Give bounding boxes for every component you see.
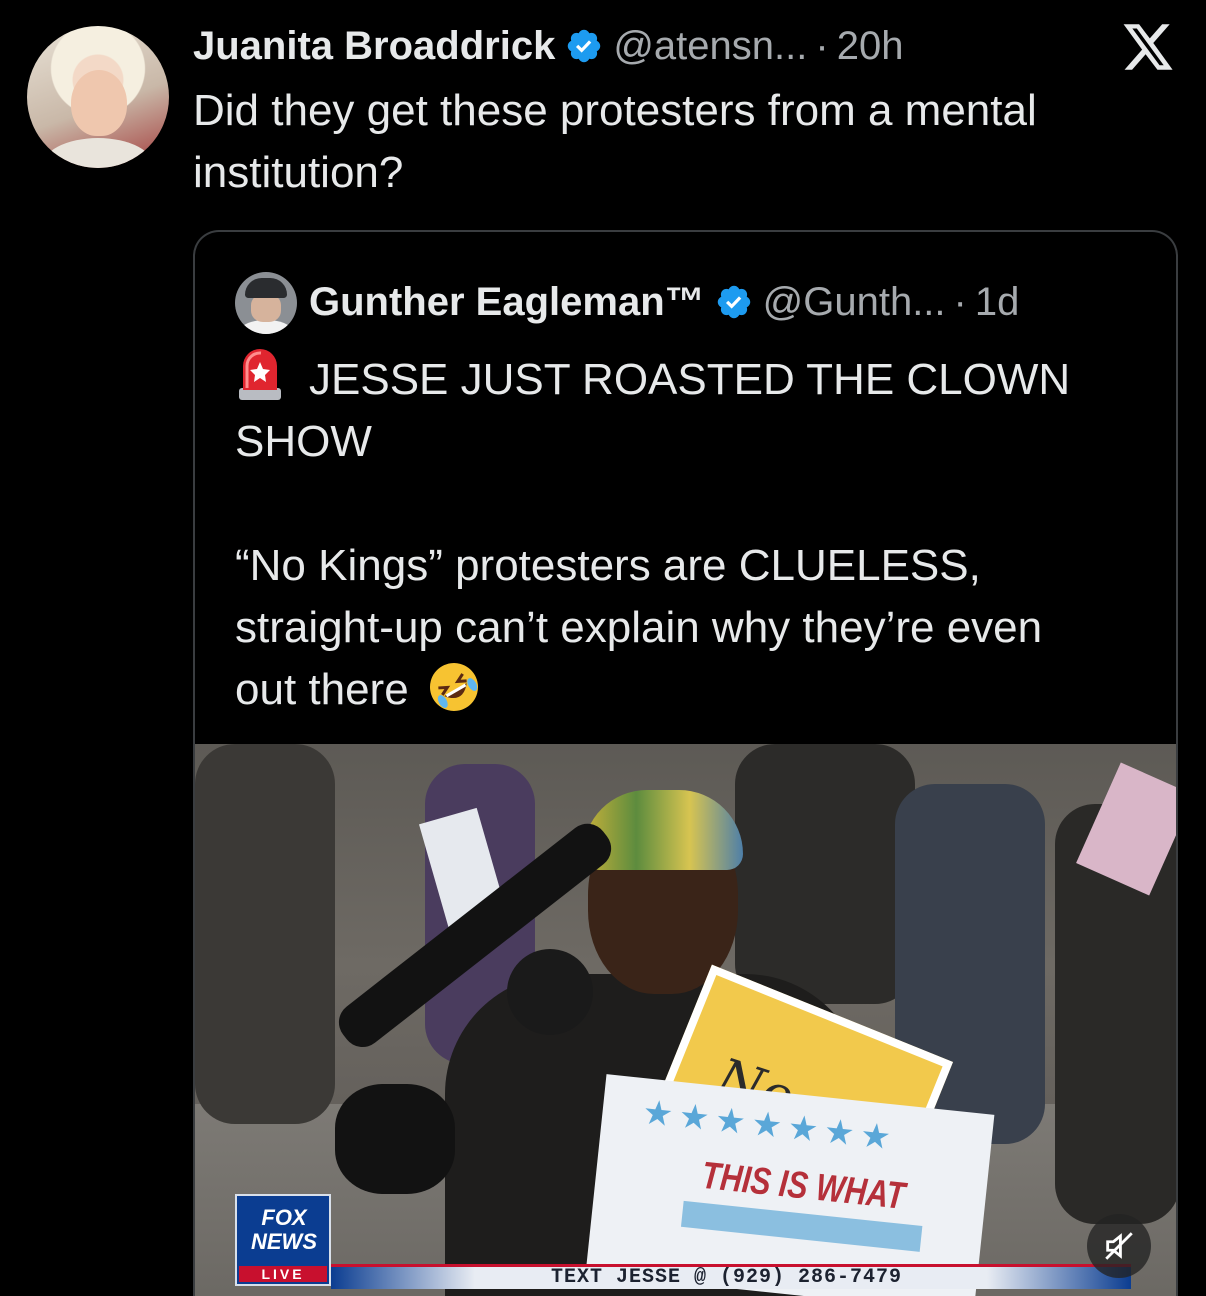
tweet-page: Juanita Broaddrick @atensn... · 20h Did … <box>0 0 1206 1296</box>
author-handle[interactable]: @atensn... <box>613 24 807 69</box>
tweet-text-line: institution? <box>193 148 404 197</box>
ticker-text: TEXT JESSE @ (929) 286-7479 <box>551 1266 903 1289</box>
muted-speaker-icon[interactable] <box>1087 1214 1151 1278</box>
quoted-tweet-card[interactable]: Gunther Eagleman™ @Gunth... · 1d JESSE J… <box>193 230 1178 1296</box>
verified-badge-icon <box>715 283 753 321</box>
quoted-author-avatar[interactable] <box>235 272 297 334</box>
tweet-timestamp[interactable]: 20h <box>837 24 904 69</box>
author-name[interactable]: Juanita Broaddrick <box>193 24 555 69</box>
rotating-light-icon <box>235 348 285 402</box>
tweet-header: Juanita Broaddrick @atensn... · 20h <box>193 20 903 72</box>
meta-separator: · <box>815 23 829 68</box>
meta-separator: · <box>953 279 967 324</box>
quoted-tweet-timestamp[interactable]: 1d <box>975 280 1020 325</box>
live-badge: LIVE <box>239 1266 327 1282</box>
quoted-author-handle[interactable]: @Gunth... <box>763 280 946 325</box>
author-avatar[interactable] <box>27 26 169 168</box>
tweet-text: Did they get these protesters from a men… <box>193 80 1153 204</box>
quoted-headline-line: SHOW <box>235 417 372 466</box>
verified-badge-icon <box>565 27 603 65</box>
video-player[interactable]: No ★★★★★★★ THIS IS WHAT FOX NEWS LIVE TE… <box>195 744 1176 1296</box>
quoted-tweet-text: JESSE JUST ROASTED THE CLOWN SHOW “No Ki… <box>235 348 1155 721</box>
quoted-body-line: straight-up can’t explain why they’re ev… <box>235 603 1043 652</box>
tweet-text-line: Did they get these protesters from a men… <box>193 86 1037 135</box>
quoted-body-line: out there <box>235 665 409 714</box>
fox-news-logo: FOX NEWS LIVE <box>235 1194 331 1286</box>
x-logo-icon <box>1120 22 1176 72</box>
news-ticker: TEXT JESSE @ (929) 286-7479 <box>331 1264 1131 1289</box>
quoted-headline-line: JESSE JUST ROASTED THE CLOWN <box>309 355 1071 404</box>
rolling-laughing-emoji-icon <box>427 660 481 714</box>
quoted-body-line: “No Kings” protesters are CLUELESS, <box>235 541 981 590</box>
quoted-tweet-header: Gunther Eagleman™ @Gunth... · 1d <box>309 276 1019 328</box>
quoted-author-name[interactable]: Gunther Eagleman™ <box>309 280 705 325</box>
